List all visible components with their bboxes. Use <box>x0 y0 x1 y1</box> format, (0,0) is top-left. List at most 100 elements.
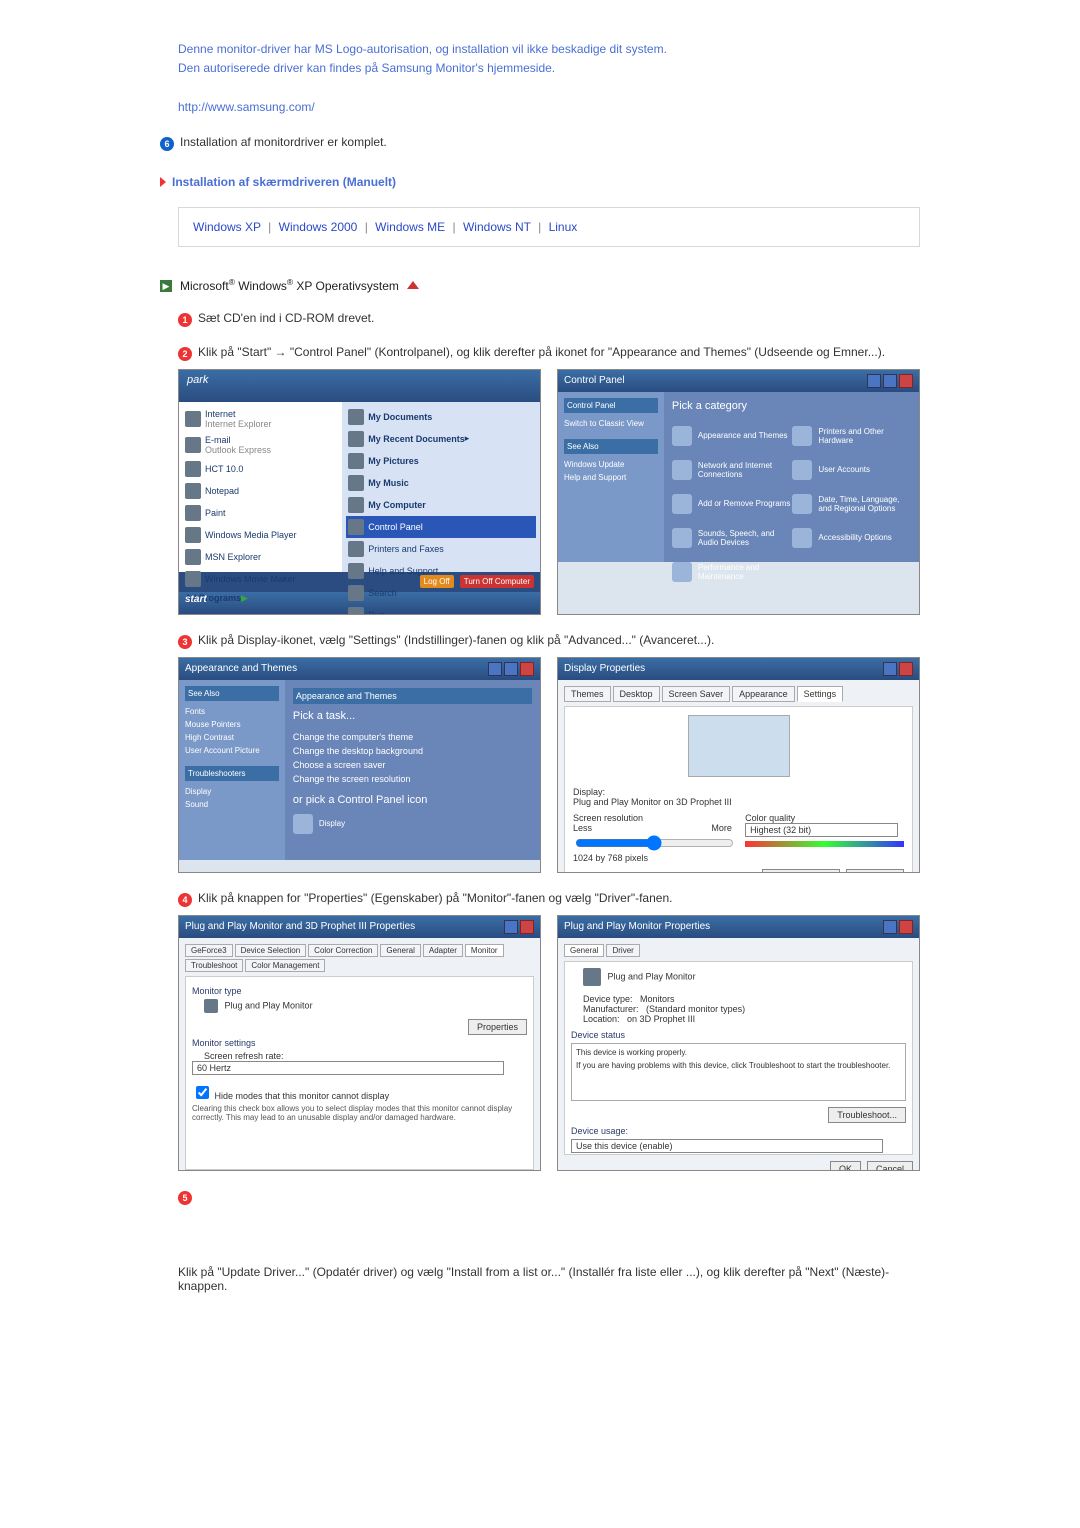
printer-icon <box>348 541 364 557</box>
close-icon[interactable] <box>899 920 913 934</box>
close-icon[interactable] <box>899 662 913 676</box>
mail-icon <box>185 437 201 453</box>
tab-general[interactable]: General <box>380 944 420 957</box>
sm-mydocs[interactable]: My Documents <box>346 406 536 428</box>
sm-internet[interactable]: InternetInternet Explorer <box>183 406 338 432</box>
sm-control-panel[interactable]: Control Panel <box>346 516 536 538</box>
tab-monitor[interactable]: Monitor <box>465 944 504 957</box>
close-icon[interactable] <box>899 374 913 388</box>
color-bar <box>745 841 904 847</box>
ok-button[interactable]: OK <box>830 1161 861 1171</box>
refresh-select[interactable]: 60 Hertz <box>192 1061 504 1075</box>
cp-cat-addremove[interactable]: Add or Remove Programs <box>672 494 791 514</box>
tab-screensaver[interactable]: Screen Saver <box>662 686 731 702</box>
tab-colorcorr[interactable]: Color Correction <box>308 944 378 957</box>
cp-cat-appearance[interactable]: Appearance and Themes <box>672 426 791 446</box>
at-task-res[interactable]: Change the screen resolution <box>293 772 532 786</box>
link-linux[interactable]: Linux <box>549 220 578 234</box>
at-task-theme[interactable]: Change the computer's theme <box>293 730 532 744</box>
at-header: Appearance and Themes <box>293 688 532 704</box>
tab-devsel[interactable]: Device Selection <box>235 944 307 957</box>
manual-install-title: Installation af skærmdriveren (Manuelt) <box>172 175 396 189</box>
step-badge-3: 3 <box>178 635 192 649</box>
maximize-icon[interactable] <box>883 374 897 388</box>
at-see-also: See Also <box>185 686 279 701</box>
manual-install-heading: Installation af skærmdriveren (Manuelt) <box>160 175 920 189</box>
color-quality-select[interactable]: Highest (32 bit) <box>745 823 898 837</box>
turnoff-button[interactable]: Turn Off Computer <box>460 575 534 588</box>
cp-side-title: Control Panel <box>564 398 658 413</box>
hide-modes-checkbox[interactable] <box>196 1086 209 1099</box>
close-icon[interactable] <box>520 920 534 934</box>
top-arrow-icon[interactable] <box>407 281 419 289</box>
sm-hct[interactable]: HCT 10.0 <box>183 458 338 480</box>
movie-icon <box>185 571 201 587</box>
tab-general2[interactable]: General <box>564 944 604 957</box>
sm-wmp[interactable]: Windows Media Player <box>183 524 338 546</box>
monitor-preview <box>688 715 790 777</box>
tab-colormgmt[interactable]: Color Management <box>245 959 325 972</box>
play-icon: ▶ <box>160 280 172 292</box>
refresh-label: Screen refresh rate: <box>204 1051 527 1061</box>
tab-driver[interactable]: Driver <box>606 944 639 957</box>
help-icon[interactable] <box>504 920 518 934</box>
hide-modes-desc: Clearing this check box allows you to se… <box>192 1104 527 1122</box>
close-icon[interactable] <box>520 662 534 676</box>
help-icon[interactable] <box>883 920 897 934</box>
cp-cat-network[interactable]: Network and Internet Connections <box>672 460 791 480</box>
cp-cat-performance[interactable]: Performance and Maintenance <box>672 562 791 582</box>
authorization-note: Denne monitor-driver har MS Logo-autoris… <box>178 40 920 117</box>
sm-moviemaker[interactable]: Windows Movie Maker <box>183 568 338 590</box>
cp-win-update[interactable]: Windows Update <box>564 458 658 471</box>
at-icon-display[interactable]: Display <box>293 814 532 834</box>
computer-icon <box>348 497 364 513</box>
cp-cat-accessibility[interactable]: Accessibility Options <box>792 528 911 548</box>
sm-paint[interactable]: Paint <box>183 502 338 524</box>
sm-notepad[interactable]: Notepad <box>183 480 338 502</box>
troubleshoot-button[interactable]: Troubleshoot... <box>828 1107 906 1123</box>
cp-cat-sounds[interactable]: Sounds, Speech, and Audio Devices <box>672 528 791 548</box>
samsung-link[interactable]: http://www.samsung.com/ <box>178 100 315 114</box>
maximize-icon[interactable] <box>504 662 518 676</box>
cp-cat-printers[interactable]: Printers and Other Hardware <box>792 426 911 446</box>
link-windows-2000[interactable]: Windows 2000 <box>279 220 358 234</box>
at-task-bg[interactable]: Change the desktop background <box>293 744 532 758</box>
sm-mycomputer[interactable]: My Computer <box>346 494 536 516</box>
sm-music[interactable]: My Music <box>346 472 536 494</box>
cp-help-support[interactable]: Help and Support <box>564 471 658 484</box>
cp-cat-datetime[interactable]: Date, Time, Language, and Regional Optio… <box>792 494 911 514</box>
step-6-badge: 6 <box>160 137 174 151</box>
dp-color-label: Color quality <box>745 813 795 823</box>
troubleshoot-button[interactable]: Troubleshoot... <box>762 869 840 873</box>
tab-appearance[interactable]: Appearance <box>732 686 795 702</box>
sm-printers[interactable]: Printers and Faxes <box>346 538 536 560</box>
tab-adapter[interactable]: Adapter <box>423 944 463 957</box>
logoff-button[interactable]: Log Off <box>420 575 454 588</box>
link-windows-xp[interactable]: Windows XP <box>193 220 261 234</box>
tab-geforce3[interactable]: GeForce3 <box>185 944 233 957</box>
access-icon <box>792 528 812 548</box>
sm-recent[interactable]: My Recent Documents ▸ <box>346 428 536 450</box>
advanced-button[interactable]: Advanced <box>846 869 904 873</box>
tab-troubleshoot[interactable]: Troubleshoot <box>185 959 243 972</box>
minimize-icon[interactable] <box>867 374 881 388</box>
cp-switch-classic[interactable]: Switch to Classic View <box>564 417 658 430</box>
cancel-button[interactable]: Cancel <box>867 1161 913 1171</box>
tab-themes[interactable]: Themes <box>564 686 611 702</box>
link-windows-nt[interactable]: Windows NT <box>463 220 531 234</box>
tab-desktop[interactable]: Desktop <box>613 686 660 702</box>
resolution-slider[interactable] <box>575 835 734 851</box>
tab-settings[interactable]: Settings <box>797 686 844 702</box>
at-task-ss[interactable]: Choose a screen saver <box>293 758 532 772</box>
properties-button[interactable]: Properties <box>468 1019 527 1035</box>
help-icon[interactable] <box>883 662 897 676</box>
at-troubleshooters: Troubleshooters <box>185 766 279 781</box>
sm-pictures[interactable]: My Pictures <box>346 450 536 472</box>
sm-email[interactable]: E-mailOutlook Express <box>183 432 338 458</box>
sm-msn[interactable]: MSN Explorer <box>183 546 338 568</box>
link-windows-me[interactable]: Windows ME <box>375 220 445 234</box>
cp-cat-users[interactable]: User Accounts <box>792 460 911 480</box>
sm-run[interactable]: Run... <box>346 604 536 615</box>
device-usage-select[interactable]: Use this device (enable) <box>571 1139 883 1153</box>
minimize-icon[interactable] <box>488 662 502 676</box>
